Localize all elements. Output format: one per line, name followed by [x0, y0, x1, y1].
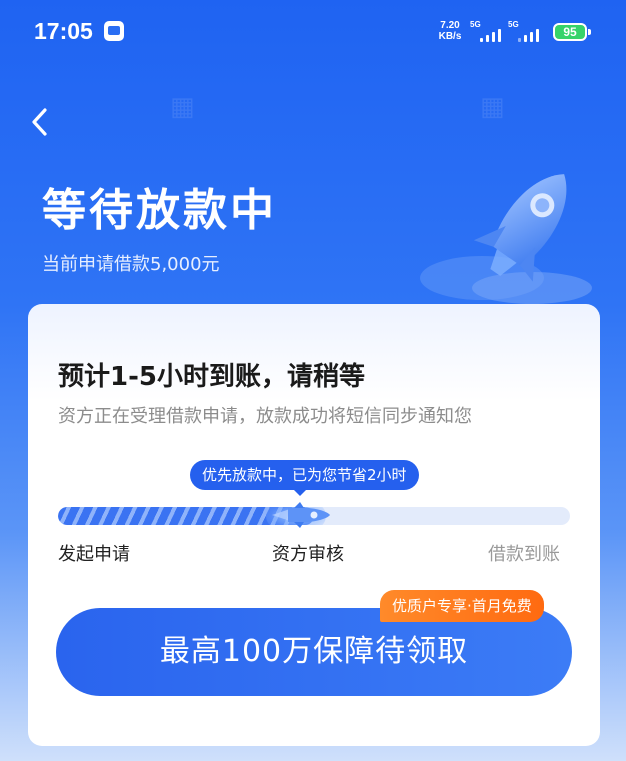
watermark: ▦ — [170, 92, 195, 122]
network-speed-value: 7.20 — [440, 20, 460, 31]
loan-amount-subtitle: 当前申请借款5,000元 — [42, 254, 220, 275]
watermark: ▦ — [480, 92, 505, 122]
step-apply: 发起申请 — [58, 544, 130, 565]
signal-icon: 5G — [470, 20, 502, 44]
back-button[interactable] — [22, 102, 58, 142]
promo-tag: 优质户专享·首月免费 — [380, 590, 544, 622]
loan-status-card: 预计1-5小时到账，请稍等 资方正在受理借款申请，放款成功将短信同步通知您 优先… — [28, 304, 600, 746]
eta-title: 预计1-5小时到账，请稍等 — [58, 362, 365, 392]
step-review: 资方审核 — [272, 544, 344, 565]
progress-rocket-icon — [272, 502, 330, 528]
chevron-left-icon — [32, 108, 47, 136]
battery-icon: 95 — [553, 23, 591, 41]
step-disbursed: 借款到账 — [488, 544, 560, 565]
signal-icon-2: 5G — [508, 20, 540, 44]
rocket-illustration — [420, 174, 592, 304]
clock: 17:05 — [34, 18, 93, 44]
network-speed: 7.20 KB/s — [436, 20, 464, 42]
page-title: 等待放款中 — [42, 185, 277, 236]
priority-tip-badge: 优先放款中，已为您节省2小时 — [190, 460, 419, 496]
status-bar: 17:05 7.20 KB/s 5G 5G 95 — [0, 0, 626, 64]
status-description: 资方正在受理借款申请，放款成功将短信同步通知您 — [58, 406, 472, 427]
network-speed-unit: KB/s — [438, 31, 462, 42]
notification-app-icon — [104, 21, 124, 41]
